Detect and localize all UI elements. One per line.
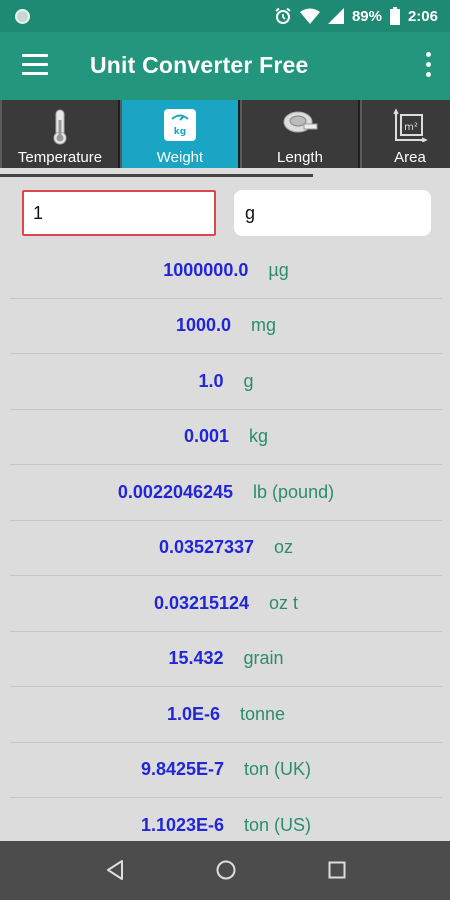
tape-measure-icon	[283, 111, 318, 133]
back-icon[interactable]	[105, 859, 125, 881]
result-row: 1000.0 mg	[10, 299, 442, 354]
result-row: 15.432 grain	[10, 632, 442, 687]
result-value: 9.8425E-7	[140, 759, 225, 780]
result-value: 0.03215124	[153, 592, 250, 613]
svg-text:kg: kg	[174, 127, 186, 137]
hamburger-menu-icon[interactable]	[22, 54, 48, 76]
result-value: 1000000.0	[163, 259, 249, 280]
result-row: 0.03215124 oz t	[10, 576, 442, 632]
scale-kg-icon: kg	[164, 109, 196, 141]
battery-percent: 89%	[351, 7, 382, 25]
result-value: 0.03527337	[158, 537, 255, 558]
result-row: 1.0E-6 tonne	[10, 687, 442, 743]
tab-label: Length	[277, 149, 323, 166]
wifi-icon	[299, 8, 320, 24]
result-value: 1.1023E-6	[140, 815, 225, 836]
category-tabs: Temperature kg Weight Length m² Area	[0, 100, 450, 168]
result-row: 9.8425E-7 ton (UK)	[10, 743, 442, 798]
result-unit: grain	[243, 648, 284, 669]
unit-dropdown[interactable]: g	[234, 190, 431, 236]
tab-scroll-indicator	[0, 174, 313, 177]
result-unit: ton (UK)	[244, 759, 312, 780]
app-bar: Unit Converter Free	[0, 32, 450, 100]
value-input[interactable]: 1	[22, 190, 216, 236]
results-list: 1000000.0 µg 1000.0 mg 1.0 g 0.001 kg 0.…	[10, 243, 442, 854]
alarm-icon	[275, 7, 291, 24]
recents-icon[interactable]	[327, 859, 347, 881]
tab-label: Area	[394, 149, 426, 166]
result-unit: lb (pound)	[253, 481, 335, 502]
result-unit: oz t	[269, 592, 299, 613]
tab-label: Weight	[156, 149, 204, 166]
tab-label: Temperature	[17, 149, 103, 166]
app-title: Unit Converter Free	[90, 52, 309, 78]
result-unit: kg	[249, 426, 269, 447]
result-unit: oz	[274, 537, 294, 558]
result-unit: g	[243, 370, 254, 391]
system-nav-bar	[0, 841, 450, 900]
more-vert-icon[interactable]	[424, 52, 432, 78]
thermometer-icon	[53, 109, 67, 145]
tab-area[interactable]: m² Area	[360, 100, 450, 168]
cell-signal-icon	[327, 8, 344, 24]
tab-length[interactable]: Length	[240, 100, 360, 168]
result-value: 1000.0	[175, 315, 232, 336]
tab-weight[interactable]: kg Weight	[120, 100, 240, 168]
result-unit: µg	[268, 259, 289, 280]
result-unit: ton (US)	[244, 815, 312, 836]
status-bar: 89% 2:06	[0, 0, 450, 32]
status-indicators: 89% 2:06	[274, 0, 438, 32]
result-row: 0.0022046245 lb (pound)	[10, 465, 442, 521]
battery-icon	[389, 7, 400, 25]
result-value: 0.0022046245	[117, 481, 234, 502]
result-row: 1.0 g	[10, 354, 442, 410]
svg-text:m²: m²	[404, 122, 418, 133]
result-value: 1.0E-6	[166, 703, 220, 724]
result-row: 0.03527337 oz	[10, 521, 442, 576]
result-unit: tonne	[240, 703, 286, 724]
result-row: 1000000.0 µg	[10, 243, 442, 299]
notification-dot-icon	[15, 9, 30, 24]
result-unit: mg	[251, 315, 277, 336]
result-row: 0.001 kg	[10, 410, 442, 465]
home-icon[interactable]	[215, 859, 237, 881]
tab-temperature[interactable]: Temperature	[0, 100, 120, 168]
result-value: 0.001	[183, 426, 230, 447]
area-m2-icon: m²	[393, 108, 428, 142]
result-value: 1.0	[198, 370, 224, 391]
result-value: 15.432	[168, 648, 224, 669]
clock: 2:06	[407, 7, 438, 25]
